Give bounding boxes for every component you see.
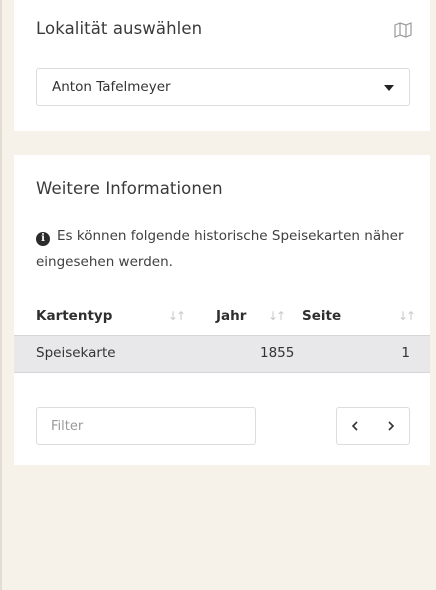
column-header-seite[interactable]: Seite bbox=[302, 308, 341, 324]
locality-card: Lokalität auswählen Anton Tafelmeyer bbox=[14, 0, 430, 131]
locality-select[interactable]: Anton Tafelmeyer bbox=[36, 68, 410, 106]
cell-seite: 1 bbox=[401, 345, 410, 361]
cell-jahr: 1855 bbox=[260, 345, 295, 361]
table-row[interactable]: Speisekarte 1855 1 bbox=[14, 335, 430, 373]
prev-page-button[interactable] bbox=[337, 408, 373, 444]
filter-input[interactable] bbox=[36, 407, 256, 445]
info-message: i Es können folgende historische Speiseka… bbox=[36, 223, 414, 275]
column-header-jahr[interactable]: Jahr bbox=[216, 308, 246, 324]
locality-select-value: Anton Tafelmeyer bbox=[52, 79, 171, 95]
column-header-kartentyp[interactable]: Kartentyp bbox=[36, 308, 112, 324]
caret-down-icon bbox=[384, 85, 394, 91]
table-header: Kartentyp ↓↑ Jahr ↓↑ Seite ↓↑ bbox=[36, 300, 430, 335]
sort-icon[interactable]: ↓↑ bbox=[168, 309, 186, 323]
chevron-right-icon bbox=[388, 421, 395, 431]
left-border bbox=[0, 0, 2, 590]
sort-icon[interactable]: ↓↑ bbox=[398, 309, 416, 323]
locality-title: Lokalität auswählen bbox=[36, 19, 203, 38]
pagination bbox=[336, 407, 410, 445]
info-card: Weitere Informationen i Es können folgend… bbox=[14, 155, 430, 465]
next-page-button[interactable] bbox=[373, 408, 409, 444]
chevron-left-icon bbox=[351, 421, 358, 431]
map-icon[interactable] bbox=[394, 22, 412, 38]
cell-kartentyp: Speisekarte bbox=[36, 345, 116, 361]
info-title: Weitere Informationen bbox=[36, 179, 223, 198]
sort-icon[interactable]: ↓↑ bbox=[268, 309, 286, 323]
info-message-text: Es können folgende historische Speisekar… bbox=[36, 228, 404, 270]
info-circle-icon: i bbox=[36, 232, 50, 246]
menu-table: Kartentyp ↓↑ Jahr ↓↑ Seite ↓↑ Speisekart… bbox=[14, 300, 430, 373]
